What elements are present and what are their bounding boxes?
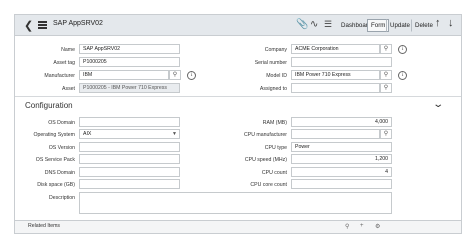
- chevron-down-icon[interactable]: ⌄: [432, 99, 444, 110]
- search-icon[interactable]: ⚲: [380, 44, 392, 54]
- serial-number-field[interactable]: [291, 57, 392, 67]
- asset-tag-label: Asset tag: [53, 60, 75, 66]
- cpu-count-label: CPU count: [261, 170, 287, 176]
- dns-domain-field[interactable]: [79, 167, 180, 177]
- search-icon[interactable]: ⚲: [345, 223, 349, 230]
- operating-system-select[interactable]: AIX: [79, 129, 180, 139]
- os-service-pack-field[interactable]: [79, 154, 180, 164]
- company-field[interactable]: ACME Corporation: [291, 44, 380, 54]
- search-icon[interactable]: ⚲: [380, 70, 392, 80]
- name-field[interactable]: SAP AppSRV02: [79, 44, 180, 54]
- os-service-pack-label: OS Service Pack: [35, 157, 75, 163]
- assigned-to-field[interactable]: [291, 83, 380, 93]
- dns-domain-label: DNS Domain: [44, 170, 75, 176]
- description-label: Description: [49, 195, 75, 201]
- paperclip-icon[interactable]: 📎: [296, 19, 308, 30]
- update-button[interactable]: Update: [386, 19, 414, 32]
- model-id-label: Model ID: [266, 73, 287, 79]
- company-label: Company: [264, 47, 287, 53]
- chevron-left-icon[interactable]: ❮: [24, 19, 33, 32]
- os-version-label: OS Version: [48, 145, 75, 151]
- related-items-title: Related Items: [28, 223, 61, 229]
- cpu-core-count-field[interactable]: [291, 179, 392, 189]
- delete-button[interactable]: Delete: [411, 19, 437, 32]
- asset-tag-field[interactable]: P1000205: [79, 57, 180, 67]
- arrow-up-icon[interactable]: ↑: [435, 17, 441, 29]
- activity-icon[interactable]: ∿: [310, 19, 318, 30]
- record-title: SAP AppSRV02: [53, 20, 103, 27]
- ram-label: RAM (MB): [262, 120, 287, 126]
- info-icon[interactable]: i: [398, 71, 407, 80]
- add-icon[interactable]: +: [360, 223, 364, 229]
- ram-field[interactable]: 4,000: [291, 117, 392, 127]
- info-icon[interactable]: i: [187, 71, 196, 80]
- manufacturer-field[interactable]: IBM: [79, 70, 169, 80]
- search-icon[interactable]: ⚲: [380, 129, 392, 139]
- operating-system-label: Operating System: [33, 132, 75, 138]
- search-icon[interactable]: ⚲: [169, 70, 181, 80]
- disk-space-field[interactable]: [79, 179, 180, 189]
- assigned-to-label: Assigned to: [259, 86, 287, 92]
- cpu-speed-field[interactable]: 1,200: [291, 154, 392, 164]
- search-icon[interactable]: ⚲: [380, 83, 392, 93]
- os-version-field[interactable]: [79, 142, 180, 152]
- cpu-manufacturer-field[interactable]: [291, 129, 380, 139]
- cpu-count-field[interactable]: 4: [291, 167, 392, 177]
- arrow-down-icon[interactable]: ↓: [448, 17, 454, 29]
- configuration-section-header[interactable]: Configuration ⌄: [15, 96, 461, 115]
- cpu-core-count-label: CPU core count: [250, 182, 287, 188]
- name-label: Name: [61, 47, 75, 53]
- asset-label: Asset: [62, 86, 75, 92]
- manufacturer-label: Manufacturer: [44, 73, 75, 79]
- description-field[interactable]: [79, 192, 392, 214]
- settings-sliders-icon[interactable]: ☰: [324, 19, 332, 30]
- hamburger-icon[interactable]: [38, 21, 47, 29]
- chevron-down-icon: ▼: [172, 131, 177, 137]
- cpu-speed-label: CPU speed (MHz): [244, 157, 287, 163]
- os-domain-field[interactable]: [79, 117, 180, 127]
- form-header: ❮ SAP AppSRV02 📎 ∿ ☰ Dashboard Form Upda…: [15, 15, 461, 36]
- cpu-type-label: CPU type: [264, 145, 287, 151]
- serial-number-label: Serial number: [254, 60, 287, 66]
- section-title: Configuration: [25, 101, 73, 110]
- model-id-field[interactable]: IBM Power 710 Express: [291, 70, 380, 80]
- os-domain-label: OS Domain: [48, 120, 75, 126]
- disk-space-label: Disk space (GB): [37, 182, 75, 188]
- cpu-type-field[interactable]: Power: [291, 142, 392, 152]
- cpu-manufacturer-label: CPU manufacturer: [244, 132, 287, 138]
- settings-icon[interactable]: ⚙: [375, 223, 380, 230]
- asset-field: P1000205 - IBM Power 710 Express: [79, 83, 180, 93]
- record-form-window: ❮ SAP AppSRV02 📎 ∿ ☰ Dashboard Form Upda…: [14, 14, 462, 234]
- related-items-bar: Related Items ⚲ + ⚙: [15, 220, 461, 233]
- info-icon[interactable]: i: [398, 45, 407, 54]
